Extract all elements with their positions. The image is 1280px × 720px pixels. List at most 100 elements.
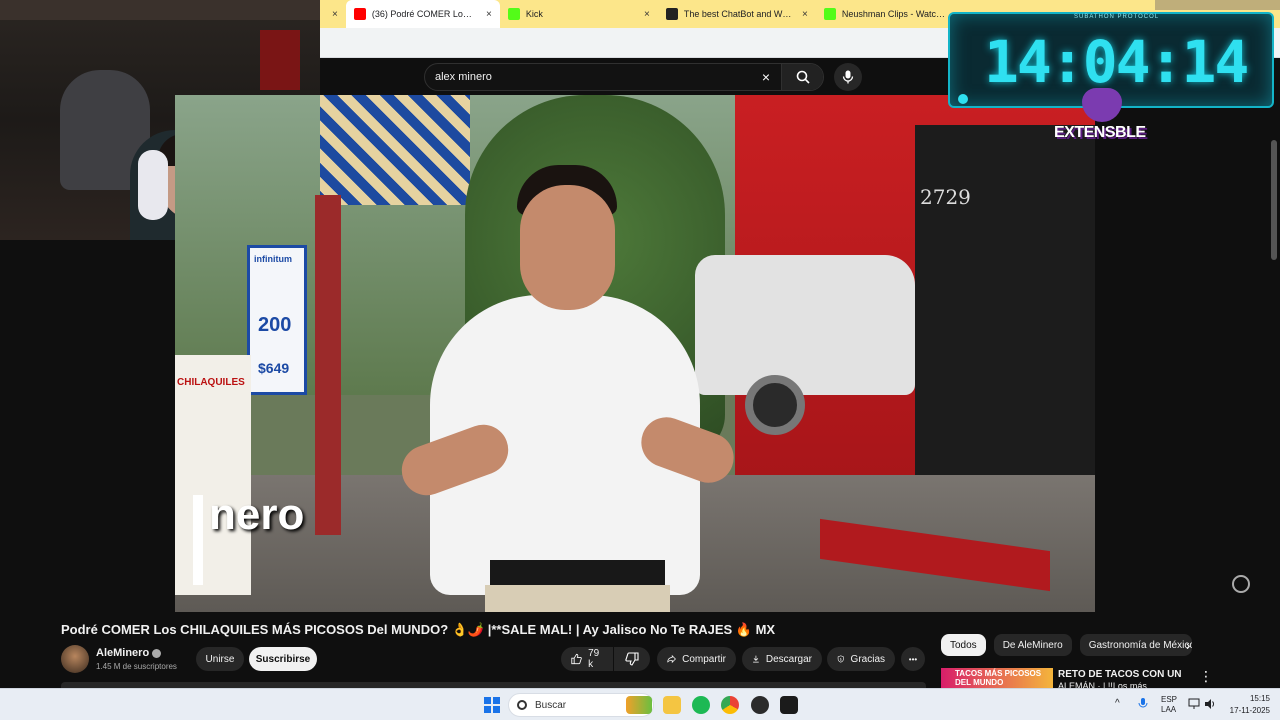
tab-label: The best ChatBot and Widgets [683,9,792,19]
thumbs-up-icon [571,653,582,665]
chip-from-channel[interactable]: De AleMinero [993,634,1072,656]
more-actions-button[interactable]: ••• [901,647,925,671]
file-explorer-icon[interactable] [663,696,681,714]
tab-chatbot[interactable]: The best ChatBot and Widgets × [658,0,816,28]
voice-search-button[interactable] [834,63,862,91]
restaurant-board: CHILAQUILES [175,355,251,595]
tab-close-icon[interactable]: × [486,9,492,20]
chip-label: De AleMinero [1002,639,1063,651]
truck-wheel [745,375,805,435]
more-icon: ••• [908,654,918,664]
demon-mask-icon [1082,88,1122,122]
host-pants [485,585,670,612]
tab-label: Neushman Clips - Watch Live [841,9,948,19]
tab-bar-close[interactable]: × [320,0,346,28]
language-code: ESP [1161,695,1178,704]
tab-label: (36) Podré COMER Los CHILAQUILES [371,9,476,19]
chip-gastronomy[interactable]: Gastronomía de México [1079,634,1192,656]
chrome-icon[interactable] [721,696,739,714]
subscribe-button[interactable]: Suscribirse [249,647,317,671]
windows-start-icon[interactable] [484,697,500,713]
tab-label: Kick [525,9,543,19]
headset [138,150,168,220]
taskbar-search-placeholder: Buscar [535,699,567,711]
recommended-menu-icon[interactable]: ⋮ [1199,668,1213,685]
kick-icon [823,8,836,20]
talavera-tile [320,95,470,205]
recommended-title[interactable]: RETO DE TACOS CON UN [1058,669,1182,680]
thumbs-down-icon [625,652,639,666]
language-indicator[interactable]: ESP LAA [1161,695,1177,720]
tab-close-icon[interactable]: × [332,9,338,20]
tab-kick[interactable]: Kick × [500,0,658,28]
clear-search-icon[interactable]: × [751,69,781,85]
kick-icon [507,8,520,20]
share-icon [667,654,676,664]
scrollbar[interactable] [1271,140,1277,260]
join-button[interactable]: Unirse [196,647,244,671]
microphone-tray-icon[interactable] [1138,697,1148,720]
extensible-logo: EXTENSBLE [1050,88,1150,158]
tab-neushman[interactable]: Neushman Clips - Watch Live [816,0,956,28]
network-icon[interactable] [1188,698,1200,720]
search-icon [796,70,810,84]
subscriber-count: 1.45 M de suscriptores [96,662,177,671]
address-number: 2729 [920,185,971,209]
search-button[interactable] [781,64,823,90]
red-pole [315,195,341,535]
microphone-icon [1138,698,1148,708]
speaker-icon [1205,699,1215,709]
channel-name[interactable]: AleMinero [96,647,149,659]
webcam-lamp [260,30,300,90]
download-button[interactable]: Descargar [742,647,822,671]
doorway [915,125,1095,485]
thumbnail-text: TACOS MÁS PICOSOS DEL MUNDO [955,669,1042,687]
search-highlight-icon[interactable] [626,696,652,714]
thanks-label: Gracias [850,653,885,665]
chip-all[interactable]: Todos [941,634,986,656]
tab-close-icon[interactable]: × [802,9,808,20]
white-truck [695,255,915,395]
spotify-icon[interactable] [692,696,710,714]
video-title: Podré COMER Los CHILAQUILES MÁS PICOSOS … [61,622,776,637]
caption-bar [193,495,203,585]
share-button[interactable]: Compartir [657,647,736,671]
video-player[interactable]: 2729 infinitum 200 $649 CHILAQUILES nero [175,95,1095,612]
sign-brand: infinitum [254,254,292,264]
search-box[interactable]: alex minero × [424,63,824,91]
recommended-thumbnail[interactable]: TACOS MÁS PICOSOS DEL MUNDO [941,668,1053,688]
verified-icon [152,648,162,658]
sign-price: $649 [258,360,290,376]
thanks-button[interactable]: $ Gracias [827,647,895,671]
shelf [0,0,320,20]
microphone-icon [842,70,854,84]
chip-label: Gastronomía de México [1088,639,1192,651]
timer-label: SUBATHON PROTOCOL [1074,14,1160,20]
subscribe-label: Suscribirse [255,653,311,665]
windows-taskbar: Buscar ^ ESP LAA 15:15 17-11-2025 [0,688,1280,720]
host-belt [490,560,665,586]
chevron-right-icon[interactable]: › [1186,638,1190,653]
system-clock[interactable]: 15:15 17-11-2025 [1226,693,1270,717]
download-label: Descargar [765,653,812,665]
capcut-icon[interactable] [780,696,798,714]
dislike-button[interactable] [614,647,650,671]
search-input[interactable]: alex minero [435,71,751,83]
channel-name-row[interactable]: AleMinero [96,647,162,659]
svg-text:$: $ [840,658,842,662]
volume-icon[interactable] [1204,698,1216,720]
player-settings-icon[interactable] [1232,575,1250,593]
share-label: Compartir [682,653,726,665]
display-icon [1188,698,1200,709]
screen: × (36) Podré COMER Los CHILAQUILES × Kic… [0,0,1280,720]
obs-icon[interactable] [751,696,769,714]
like-button[interactable]: 79 k [561,647,613,671]
show-hidden-icons[interactable]: ^ [1115,698,1120,720]
super-thanks-icon: $ [837,655,844,663]
board-text: CHILAQUILES [177,377,245,388]
tab-close-icon[interactable]: × [644,9,650,20]
channel-avatar[interactable] [61,645,89,673]
tab-youtube[interactable]: (36) Podré COMER Los CHILAQUILES × [345,0,500,28]
skull-icon [958,94,968,104]
video-caption: nero [209,490,305,539]
